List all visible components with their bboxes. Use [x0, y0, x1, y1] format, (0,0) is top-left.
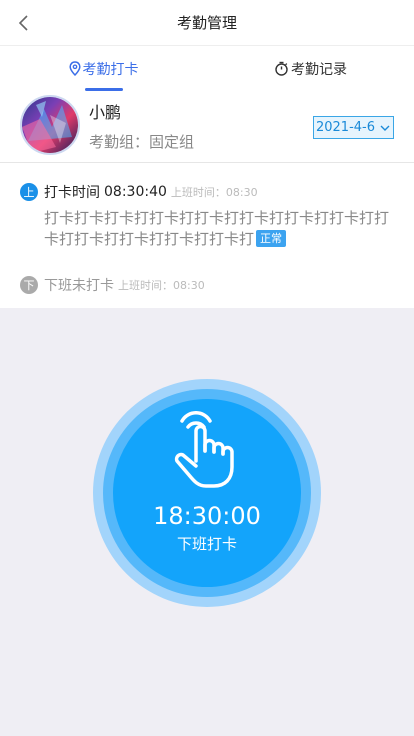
checkout-label: 下班未打卡 — [44, 278, 114, 294]
location-pin-icon — [68, 61, 81, 76]
checkin-badge: 上 — [20, 183, 38, 201]
group-value: 固定组 — [149, 133, 195, 151]
tab-records[interactable]: 考勤记录 — [207, 46, 414, 91]
page-title: 考勤管理 — [176, 14, 237, 32]
checkout-scheduled-label: 上班时间： — [118, 279, 173, 292]
chevron-down-icon — [380, 125, 390, 131]
checkin-scheduled-label: 上班时间： — [170, 186, 226, 199]
checkin-note-text: 打卡打卡打卡打打卡打打卡打打卡打打卡打打卡打打卡打打卡打打卡打打卡打打卡打 — [44, 209, 390, 248]
status-badge: 正常 — [256, 230, 287, 247]
group-label: 考勤组： — [89, 133, 150, 151]
stopwatch-icon — [275, 61, 288, 76]
checkout-scheduled-time: 08:30 — [173, 278, 205, 292]
tab-records-label: 考勤记录 — [291, 61, 347, 78]
nav-bar: 考勤管理 — [0, 0, 414, 46]
checkin-time: 08:30:40 — [104, 184, 167, 200]
attendance-group: 考勤组：固定组 — [89, 131, 194, 152]
tab-bar: 考勤打卡 考勤记录 — [0, 46, 414, 91]
clock-time: 18:30:00 — [153, 502, 261, 530]
tab-checkin[interactable]: 考勤打卡 — [0, 46, 207, 91]
tab-checkin-label: 考勤打卡 — [82, 61, 139, 78]
avatar[interactable] — [20, 95, 80, 155]
checkin-label: 打卡时间 — [44, 185, 100, 201]
user-name: 小鹏 — [89, 103, 122, 122]
record-checkout-row: 下 下班未打卡 上班时间： 08:30 — [20, 275, 205, 295]
clock-label: 下班打卡 — [176, 535, 237, 553]
hand-tap-icon — [174, 411, 234, 488]
clock-out-button[interactable]: 18:30:00 下班打卡 — [113, 399, 301, 587]
record-checkin-row: 上 打卡时间 08:30:40 上班时间： 08:30 — [20, 182, 258, 202]
checkin-scheduled-time: 08:30 — [225, 185, 258, 199]
profile-card: 小鹏 考勤组：固定组 2021-4-6 — [0, 91, 414, 163]
date-picker-button[interactable]: 2021-4-6 — [313, 116, 394, 139]
avatar-image — [22, 97, 78, 153]
checkin-note: 打卡打卡打卡打打卡打打卡打打卡打打卡打打卡打打卡打打卡打打卡打打卡打打卡打 正常 — [44, 208, 389, 250]
date-value: 2021-4-6 — [315, 120, 375, 135]
checkout-badge: 下 — [20, 276, 38, 294]
